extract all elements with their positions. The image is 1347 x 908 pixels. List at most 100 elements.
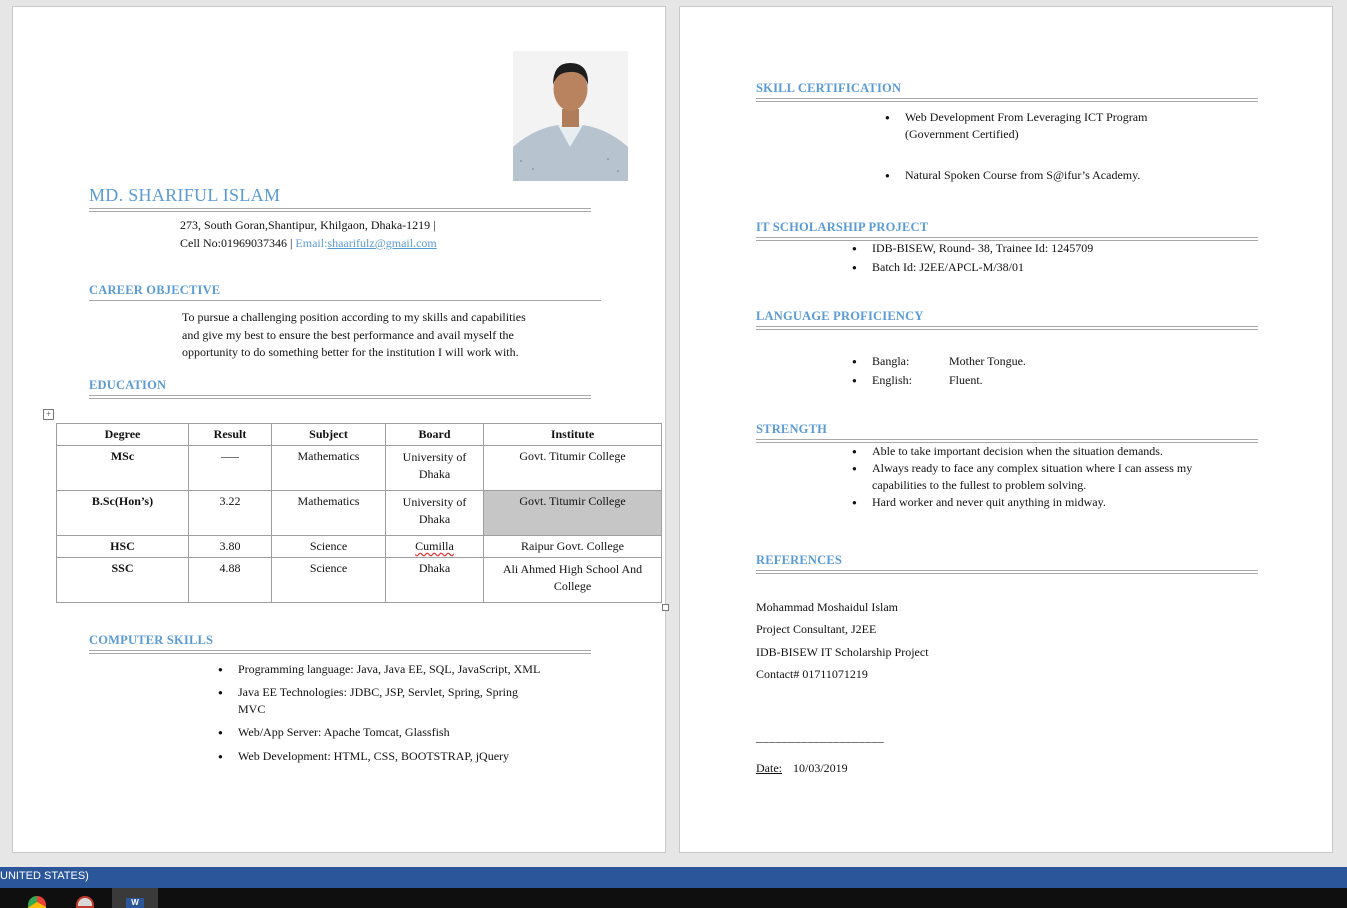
date-label: Date: xyxy=(756,761,782,775)
resume-page-1: MD. SHARIFUL ISLAM 273, South Goran,Shan… xyxy=(12,6,669,853)
references-heading: REFERENCES xyxy=(756,553,843,567)
list-item: Programming language: Java, Java EE, SQL… xyxy=(218,661,548,678)
career-line: To pursue a challenging position accordi… xyxy=(182,310,526,324)
header-subject: Subject xyxy=(271,423,386,446)
address-text: 273, South Goran,Shantipur, Khilgaon, Dh… xyxy=(180,218,436,232)
language-proficiency-heading: LANGUAGE PROFICIENCY xyxy=(756,309,924,323)
cell-board: Cumilla xyxy=(385,535,484,558)
computer-skills-divider xyxy=(89,650,591,654)
date-line: Date: 10/03/2019 xyxy=(756,761,848,776)
references-block: Mohammad Moshaidul Islam Project Consult… xyxy=(756,596,929,685)
career-divider xyxy=(89,300,601,301)
header-result: Result xyxy=(188,423,272,446)
cell-number: Cell No:01969037346 | xyxy=(180,236,293,250)
table-header-row: Degree Result Subject Board Institute xyxy=(56,423,662,446)
resume-page-2: SKILL CERTIFICATION Web Development From… xyxy=(679,6,1333,853)
cell-degree: B.Sc(Hon’s) xyxy=(56,490,189,536)
skill-certification-divider xyxy=(756,98,1258,102)
list-item: English: Fluent. xyxy=(852,372,1152,389)
language-level: Mother Tongue. xyxy=(949,354,1026,368)
table-resize-handle[interactable] xyxy=(662,604,669,611)
language-name: English: xyxy=(872,373,913,387)
education-divider xyxy=(89,395,591,399)
language-name: Bangla: xyxy=(872,354,910,368)
table-row: HSC 3.80 Science Cumilla Raipur Govt. Co… xyxy=(56,535,662,558)
cell-degree: MSc xyxy=(56,445,189,491)
it-scholarship-list: IDB-BISEW, Round- 38, Trainee Id: 124570… xyxy=(852,240,1232,276)
list-item: IDB-BISEW, Round- 38, Trainee Id: 124570… xyxy=(852,240,1232,257)
skill-certification-heading: SKILL CERTIFICATION xyxy=(756,81,902,95)
it-scholarship-heading: IT SCHOLARSHIP PROJECT xyxy=(756,220,929,234)
reference-line: Project Consultant, J2EE xyxy=(756,622,877,637)
cell-result: 4.88 xyxy=(188,557,272,603)
education-table: Degree Result Subject Board Institute MS… xyxy=(56,423,662,603)
candidate-name: MD. SHARIFUL ISLAM xyxy=(89,185,281,205)
career-line: opportunity to do something better for t… xyxy=(182,345,519,359)
language-list: Bangla: Mother Tongue. English: Fluent. xyxy=(852,353,1152,389)
app-icon[interactable] xyxy=(76,896,94,908)
cell-board-text: Cumilla xyxy=(415,539,454,553)
list-item: Natural Spoken Course from S@ifur’s Acad… xyxy=(885,167,1185,184)
chrome-icon[interactable] xyxy=(28,896,46,908)
skill-certification-list: Web Development From Leveraging ICT Prog… xyxy=(885,109,1185,184)
strength-list: Able to take important decision when the… xyxy=(852,443,1222,511)
cell-result: 3.22 xyxy=(188,490,272,536)
email-link[interactable]: shaarifulz@gmail.com xyxy=(327,236,436,250)
header-board: Board xyxy=(385,423,484,446)
signature-line: ____________________ xyxy=(756,730,884,744)
cell-institute: Raipur Govt. College xyxy=(483,535,662,558)
date-value: 10/03/2019 xyxy=(793,761,848,775)
windows-taskbar: W xyxy=(0,888,1347,908)
cell-subject: Mathematics xyxy=(271,490,386,536)
list-item: Web Development: HTML, CSS, BOOTSTRAP, j… xyxy=(218,748,548,765)
name-divider xyxy=(89,208,591,212)
list-item: Hard worker and never quit anything in m… xyxy=(852,494,1222,511)
reference-line: Mohammad Moshaidul Islam xyxy=(756,600,898,614)
email-label: Email: xyxy=(295,236,328,250)
cell-subject: Mathematics xyxy=(271,445,386,491)
list-item: Always ready to face any complex situati… xyxy=(852,460,1222,494)
header-institute: Institute xyxy=(483,423,662,446)
career-objective-text: To pursue a challenging position accordi… xyxy=(182,309,526,362)
list-item: Bangla: Mother Tongue. xyxy=(852,353,1152,370)
contact-line: Cell No:01969037346 | Email:shaarifulz@g… xyxy=(180,236,437,251)
word-icon: W xyxy=(126,898,144,908)
education-heading: EDUCATION xyxy=(89,378,167,392)
profile-photo xyxy=(513,51,628,181)
language-proficiency-divider xyxy=(756,326,1258,330)
cell-result: 3.80 xyxy=(188,535,272,558)
references-divider xyxy=(756,570,1258,574)
word-taskbar-button[interactable]: W xyxy=(112,888,158,908)
cell-board: Dhaka xyxy=(385,557,484,603)
list-item: Able to take important decision when the… xyxy=(852,443,1222,460)
list-item: Web Development From Leveraging ICT Prog… xyxy=(885,109,1185,143)
address-line: 273, South Goran,Shantipur, Khilgaon, Dh… xyxy=(180,218,436,233)
cell-board: University of Dhaka xyxy=(385,445,484,491)
cell-board: University of Dhaka xyxy=(385,490,484,536)
computer-skills-heading: COMPUTER SKILLS xyxy=(89,633,214,647)
word-status-bar: UNITED STATES) xyxy=(0,867,1347,888)
table-move-handle-icon[interactable]: + xyxy=(43,409,54,420)
computer-skills-list: Programming language: Java, Java EE, SQL… xyxy=(218,661,548,765)
list-item: Web/App Server: Apache Tomcat, Glassfish xyxy=(218,724,548,741)
career-line: and give my best to ensure the best perf… xyxy=(182,327,514,342)
language-level: Fluent. xyxy=(949,373,983,387)
language-indicator[interactable]: UNITED STATES) xyxy=(0,870,89,882)
table-row: MSc ––– Mathematics University of Dhaka … xyxy=(56,445,662,491)
list-item: Batch Id: J2EE/APCL-M/38/01 xyxy=(852,259,1232,276)
cell-institute-selected[interactable]: Govt. Titumir College xyxy=(483,490,662,536)
cell-institute: Ali Ahmed High School And College xyxy=(483,557,662,603)
cell-result: ––– xyxy=(188,445,272,491)
cell-degree: SSC xyxy=(56,557,189,603)
table-row: SSC 4.88 Science Dhaka Ali Ahmed High Sc… xyxy=(56,557,662,603)
header-degree: Degree xyxy=(56,423,189,446)
reference-line: IDB-BISEW IT Scholarship Project xyxy=(756,644,929,659)
reference-line: Contact# 01711071219 xyxy=(756,666,868,681)
cell-subject: Science xyxy=(271,557,386,603)
list-item: Java EE Technologies: JDBC, JSP, Servlet… xyxy=(218,684,548,718)
career-objective-heading: CAREER OBJECTIVE xyxy=(89,283,221,297)
cell-institute: Govt. Titumir College xyxy=(483,445,662,491)
table-row: B.Sc(Hon’s) 3.22 Mathematics University … xyxy=(56,490,662,536)
cell-degree: HSC xyxy=(56,535,189,558)
strength-heading: STRENGTH xyxy=(756,422,828,436)
